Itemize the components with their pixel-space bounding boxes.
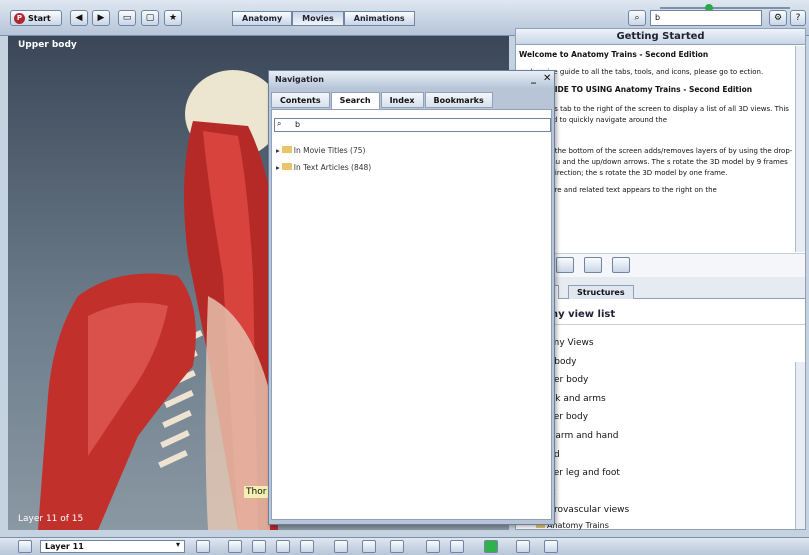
settings-icon[interactable]: ⚙ bbox=[769, 10, 787, 26]
layer-select[interactable]: Layer 11 bbox=[40, 540, 185, 553]
rotate-left-icon[interactable] bbox=[228, 540, 242, 553]
help-icon[interactable]: ? bbox=[790, 10, 806, 26]
intro-text: prehensive guide to all the tabs, tools,… bbox=[519, 68, 764, 76]
navigation-body: ⌕ b ▸ In Movie Titles (75) ▸ In Text Artic… bbox=[271, 109, 552, 520]
search-icon[interactable]: ⌕ bbox=[628, 10, 646, 26]
move-icon[interactable] bbox=[362, 540, 376, 553]
navigation-search-field[interactable]: ⌕ b bbox=[274, 118, 551, 132]
favorites-star-icon[interactable]: ★ bbox=[164, 10, 182, 26]
tab-animations[interactable]: Animations bbox=[343, 11, 415, 26]
slider-track bbox=[660, 7, 790, 9]
search-input[interactable]: b bbox=[650, 10, 762, 26]
welcome-heading: Welcome to Anatomy Trains - Second Editi… bbox=[519, 50, 709, 59]
print-icon[interactable] bbox=[584, 257, 602, 273]
navigation-dialog: Navigation _ ✕ Contents Search Index Boo… bbox=[268, 70, 555, 525]
folder-icon bbox=[281, 163, 292, 170]
save-icon[interactable] bbox=[450, 540, 464, 553]
window-icon[interactable]: ▢ bbox=[141, 10, 159, 26]
step-right-icon[interactable] bbox=[276, 540, 290, 553]
close-icon[interactable]: ✕ bbox=[543, 73, 551, 84]
tab-anatomy[interactable]: Anatomy bbox=[232, 11, 293, 26]
navigation-title: Navigation bbox=[269, 71, 554, 88]
right-panel: Getting Started Welcome to Anatomy Train… bbox=[515, 28, 806, 530]
tab-movies[interactable]: Movies bbox=[292, 11, 344, 26]
search-icon: ⌕ bbox=[277, 119, 282, 128]
forward-arrow-icon[interactable]: ▶ bbox=[92, 10, 110, 26]
minimize-icon[interactable]: _ bbox=[531, 73, 536, 84]
chevron-down-icon[interactable]: ▾ bbox=[176, 540, 190, 553]
layers-text: control at the bottom of the screen adds… bbox=[519, 147, 793, 177]
tree-item[interactable]: ▸ In Movie Titles (75) bbox=[276, 142, 371, 159]
app-logo-icon: P bbox=[14, 12, 25, 24]
tab-search[interactable]: Search bbox=[330, 92, 380, 109]
structure-tooltip: Thor bbox=[244, 486, 269, 498]
tab-bookmarks[interactable]: Bookmarks bbox=[424, 92, 493, 108]
getting-started-title: Getting Started bbox=[516, 29, 805, 45]
bookmark-icon[interactable] bbox=[556, 257, 574, 273]
print-icon[interactable] bbox=[426, 540, 440, 553]
anatomy-list-scrollbar[interactable] bbox=[795, 362, 805, 529]
views-text: e 3D Views tab to the right of the scree… bbox=[519, 105, 789, 124]
green-marker-icon[interactable] bbox=[484, 540, 498, 553]
navigation-search-value: b bbox=[295, 120, 301, 129]
back-arrow-icon[interactable]: ◀ bbox=[70, 10, 88, 26]
tab-contents[interactable]: Contents bbox=[271, 92, 330, 108]
start-label: Start bbox=[28, 13, 51, 23]
anatomy-tabs: s Structures bbox=[516, 277, 805, 299]
rotate-right-icon[interactable] bbox=[300, 540, 314, 553]
bottom-toolbar: Layer 11 ▾ bbox=[0, 537, 809, 555]
save-icon[interactable] bbox=[612, 257, 630, 273]
main-nav-tabs: Anatomy Movies Animations bbox=[232, 11, 415, 26]
tree-item[interactable]: ▸ In Text Articles (848) bbox=[276, 159, 371, 176]
getting-started-scrollbar[interactable] bbox=[795, 46, 805, 252]
getting-started-text: Welcome to Anatomy Trains - Second Editi… bbox=[516, 46, 797, 252]
tab-structures[interactable]: Structures bbox=[568, 285, 634, 299]
view-title: Upper body bbox=[18, 40, 77, 50]
figure-icon[interactable] bbox=[544, 540, 558, 553]
search-results-tree: ▸ In Movie Titles (75) ▸ In Text Articles … bbox=[276, 142, 371, 176]
structure-text: ny structure and related text appears to… bbox=[519, 186, 717, 194]
navigation-tabs: Contents Search Index Bookmarks bbox=[271, 92, 494, 109]
tab-index[interactable]: Index bbox=[380, 92, 424, 108]
folder-icon bbox=[281, 146, 292, 153]
layer-indicator: Layer 11 of 15 bbox=[18, 514, 84, 524]
zoom-in-icon[interactable] bbox=[334, 540, 348, 553]
step-left-icon[interactable] bbox=[252, 540, 266, 553]
start-button[interactable]: P Start bbox=[10, 10, 62, 26]
folder-icon[interactable]: ▭ bbox=[118, 10, 136, 26]
layer-up-icon[interactable] bbox=[196, 540, 210, 553]
anatomy-view-list-heading: tomy view list bbox=[516, 299, 805, 325]
sync-icon[interactable] bbox=[516, 540, 530, 553]
layers-icon[interactable] bbox=[18, 540, 32, 553]
zoom-out-icon[interactable] bbox=[390, 540, 404, 553]
anatomy-list-panel: s Structures tomy view list atomy Views … bbox=[516, 277, 805, 530]
getting-started-tools bbox=[516, 253, 805, 277]
